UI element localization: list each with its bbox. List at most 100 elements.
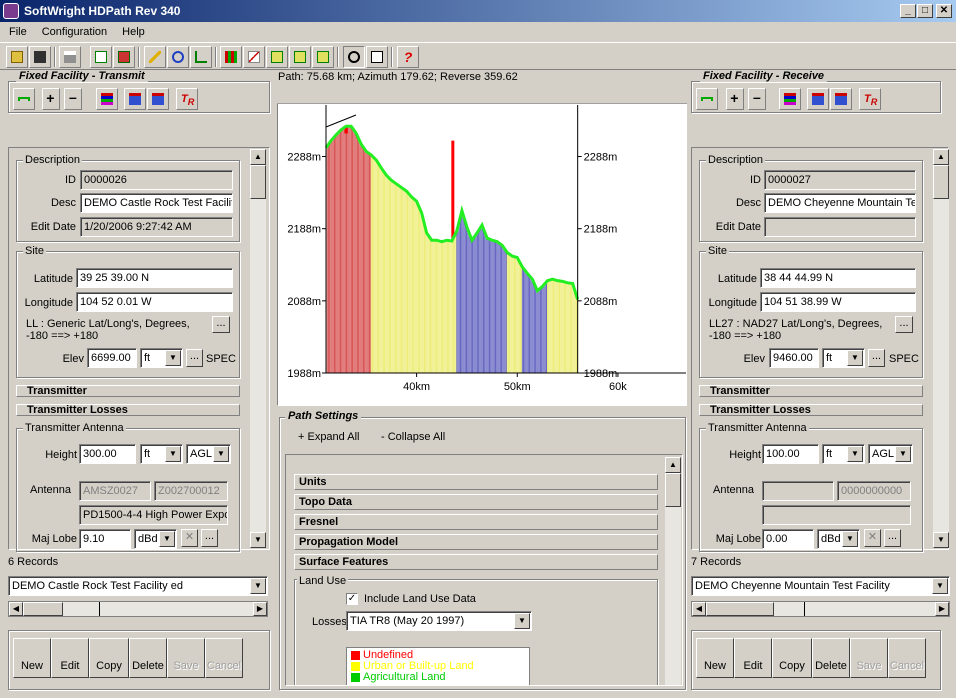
collapse-all-link[interactable]: - Collapse All [381,431,445,443]
right-record-scrollbar[interactable]: ◀ ▶ [691,601,950,617]
right-lobe-unit-select[interactable]: dBd ▼ [817,529,860,549]
help-button[interactable]: ? [397,46,419,68]
print-button[interactable] [59,46,81,68]
section-units[interactable]: Units [294,474,658,490]
section-topo-data[interactable]: Topo Data [294,494,658,510]
right-path-button[interactable] [696,88,718,110]
right-longitude-field[interactable]: 104 51 38.99 W [760,292,916,312]
menu-file[interactable]: File [0,22,33,42]
right-antenna2-button[interactable] [830,88,852,110]
right-delete-button[interactable]: Delete [812,638,850,678]
losses-select[interactable]: TIA TR8 (May 20 1997) ▼ [346,611,532,631]
right-latitude-field[interactable]: 38 44 44.99 N [760,268,916,288]
left-latitude-field[interactable]: 39 25 39.00 N [76,268,233,288]
right-height-field[interactable]: 100.00 [762,444,819,464]
left-lobe-more-button[interactable]: ... [201,529,218,547]
save-toolbar-button[interactable] [29,46,51,68]
terrain-button[interactable] [220,46,242,68]
fresnel-button[interactable] [266,46,288,68]
left-new-button[interactable]: New [13,638,51,678]
right-new-button[interactable]: New [696,638,734,678]
left-lobe-unit-select[interactable]: dBd ▼ [134,529,177,549]
right-transmitter-header[interactable]: Transmitter [699,385,923,397]
profile-button[interactable] [190,46,212,68]
notes-button[interactable] [366,46,388,68]
left-elev-field[interactable]: 6699.00 [87,348,137,368]
right-lobe-more-button[interactable]: ... [884,529,901,547]
left-record-scrollbar[interactable]: ◀ ▶ [8,601,268,617]
scroll-down-icon[interactable]: ▼ [933,532,949,548]
left-transmitter-header[interactable]: Transmitter [16,385,240,397]
scroll-right-icon[interactable]: ▶ [253,602,267,616]
left-height-ref-select[interactable]: AGL ▼ [186,444,231,464]
include-land-use-checkbox[interactable]: ✓ [346,593,358,605]
app-icon[interactable] [3,3,19,19]
reflection-button[interactable] [312,46,334,68]
left-lobe-field[interactable]: 9.10 [79,529,131,549]
expand-all-link[interactable]: + Expand All [298,431,359,443]
scroll-down-icon[interactable]: ▼ [250,532,266,548]
path-settings-scrollbar[interactable]: ▲ [665,457,681,685]
left-record-select[interactable]: DEMO Castle Rock Test Facility ed ▼ [8,576,268,596]
left-elev-more-button[interactable]: ... [186,349,203,367]
right-losses-header[interactable]: Transmitter Losses [699,404,923,416]
right-add-button[interactable]: + [726,88,744,110]
left-antenna-button[interactable] [124,88,146,110]
left-lobe-clear-button[interactable]: ✕ [181,529,198,547]
right-desc-field[interactable]: DEMO Cheyenne Mountain Te [764,193,916,213]
left-path-button[interactable] [13,88,35,110]
left-delete-button[interactable]: Delete [129,638,167,678]
left-list-button[interactable] [96,88,118,110]
open-button[interactable] [6,46,28,68]
pencil-button[interactable] [144,46,166,68]
right-id-field[interactable]: 0000027 [764,170,916,190]
right-copy-button[interactable]: Copy [772,638,812,678]
zoom-button[interactable] [343,46,365,68]
left-details-scrollbar[interactable]: ▲ ▼ [250,149,266,548]
export-button[interactable] [113,46,135,68]
left-antenna2-button[interactable] [147,88,169,110]
scroll-left-icon[interactable]: ◀ [692,602,706,616]
right-record-select[interactable]: DEMO Cheyenne Mountain Test Facility ▼ [691,576,950,596]
right-tx-rx-button[interactable]: TR [859,88,881,110]
close-button[interactable]: ✕ [936,4,952,18]
left-remove-button[interactable]: – [64,88,82,110]
right-elev-unit-select[interactable]: ft ▼ [822,348,865,368]
left-edit-button[interactable]: Edit [51,638,89,678]
left-longitude-field[interactable]: 104 52 0.01 W [76,292,233,312]
minimize-button[interactable]: _ [900,4,916,18]
left-height-unit-select[interactable]: ft ▼ [140,444,183,464]
right-list-button[interactable] [779,88,801,110]
scroll-left-icon[interactable]: ◀ [9,602,23,616]
scroll-right-icon[interactable]: ▶ [935,602,949,616]
path-profile-chart[interactable]: 2288m 2288m 2188m 2188m 2088m 2088m 1988m 1988m… [277,88,687,406]
scroll-up-icon[interactable]: ▲ [250,149,266,165]
left-losses-header[interactable]: Transmitter Losses [16,404,240,416]
right-elev-more-button[interactable]: ... [868,349,885,367]
left-elev-unit-select[interactable]: ft ▼ [140,348,183,368]
obstruction-button[interactable] [243,46,265,68]
section-fresnel[interactable]: Fresnel [294,514,658,530]
right-height-ref-select[interactable]: AGL ▼ [868,444,913,464]
left-tx-rx-button[interactable]: TR [176,88,198,110]
right-edit-button[interactable]: Edit [734,638,772,678]
right-antenna-button[interactable] [807,88,829,110]
left-add-button[interactable]: + [42,88,60,110]
left-copy-button[interactable]: Copy [89,638,129,678]
maximize-button[interactable]: □ [917,4,933,18]
menu-help[interactable]: Help [113,22,151,42]
left-desc-field[interactable]: DEMO Castle Rock Test Facilit [80,193,233,213]
left-id-field[interactable]: 0000026 [80,170,233,190]
scroll-up-icon[interactable]: ▲ [665,457,681,473]
right-details-scrollbar[interactable]: ▲ ▼ [933,149,949,548]
right-lobe-clear-button[interactable]: ✕ [864,529,881,547]
section-surface-features[interactable]: Surface Features [294,554,658,570]
swap-button[interactable] [167,46,189,68]
left-datum-button[interactable]: ... [212,316,230,333]
clearance-button[interactable] [289,46,311,68]
right-height-unit-select[interactable]: ft ▼ [822,444,865,464]
report-button[interactable] [90,46,112,68]
right-remove-button[interactable]: – [748,88,766,110]
section-propagation-model[interactable]: Propagation Model [294,534,658,550]
left-height-field[interactable]: 300.00 [79,444,136,464]
